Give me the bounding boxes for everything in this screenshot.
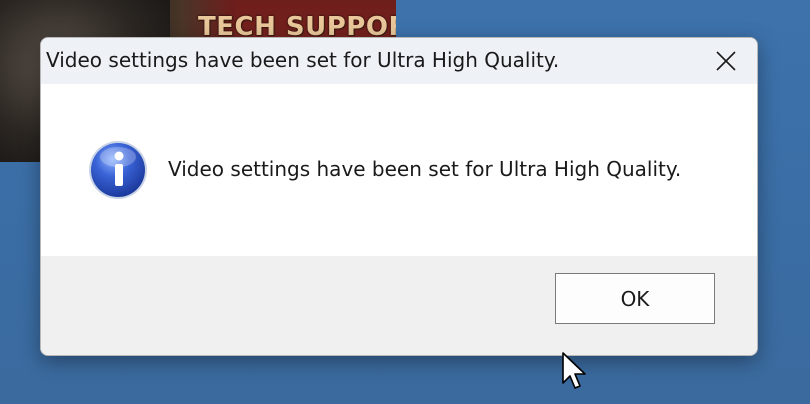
mouse-pointer-icon: [562, 352, 586, 389]
message-dialog: Video settings have been set for Ultra H…: [40, 37, 758, 356]
ok-button[interactable]: OK: [555, 273, 715, 324]
close-icon: [716, 51, 736, 71]
dialog-content: Video settings have been set for Ultra H…: [41, 84, 757, 256]
close-button[interactable]: [695, 38, 757, 84]
dialog-titlebar[interactable]: Video settings have been set for Ultra H…: [41, 38, 757, 84]
info-icon: [89, 141, 147, 199]
dialog-message: Video settings have been set for Ultra H…: [168, 157, 682, 181]
dialog-footer: OK: [41, 256, 757, 355]
dialog-title: Video settings have been set for Ultra H…: [46, 48, 560, 72]
